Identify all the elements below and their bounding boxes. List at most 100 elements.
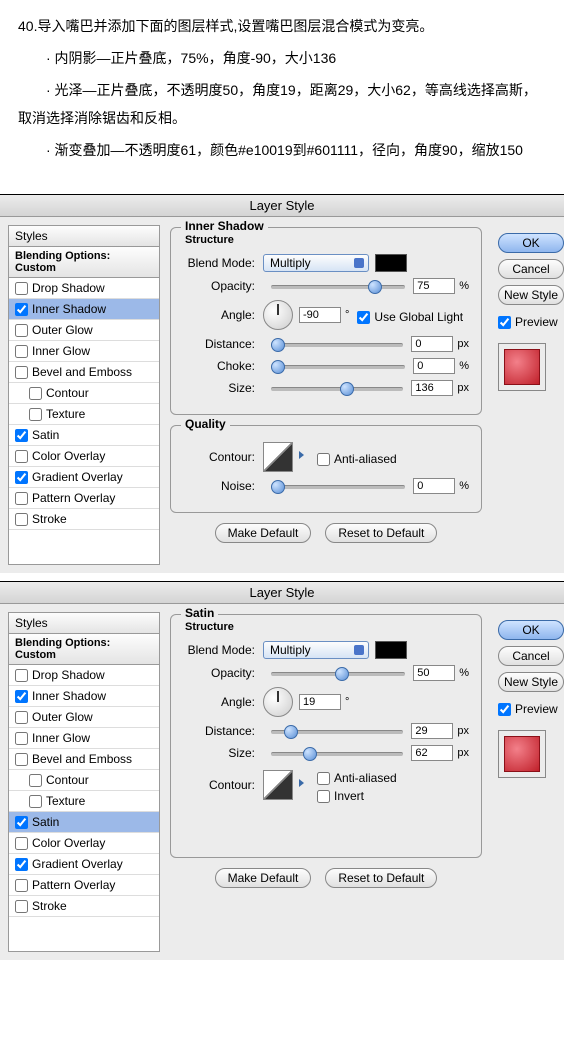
style-item-gradient-overlay[interactable]: Gradient Overlay (9, 854, 159, 875)
reset-default-button[interactable]: Reset to Default (325, 523, 437, 543)
style-checkbox[interactable] (15, 450, 28, 463)
style-checkbox[interactable] (15, 324, 28, 337)
style-item-outer-glow[interactable]: Outer Glow (9, 707, 159, 728)
choke-slider[interactable] (271, 359, 405, 373)
size-slider[interactable] (271, 381, 403, 395)
make-default-button[interactable]: Make Default (215, 868, 312, 888)
ok-button[interactable]: OK (498, 233, 564, 253)
style-item-texture[interactable]: Texture (9, 791, 159, 812)
style-item-satin[interactable]: Satin (9, 812, 159, 833)
style-checkbox[interactable] (15, 732, 28, 745)
blend-mode-label: Blend Mode: (183, 643, 255, 657)
style-checkbox[interactable] (15, 471, 28, 484)
noise-value[interactable]: 0 (413, 478, 455, 494)
blend-mode-label: Blend Mode: (183, 256, 255, 270)
style-item-drop-shadow[interactable]: Drop Shadow (9, 665, 159, 686)
angle-value[interactable]: -90 (299, 307, 341, 323)
style-label: Gradient Overlay (32, 470, 123, 484)
style-checkbox[interactable] (15, 837, 28, 850)
style-item-satin[interactable]: Satin (9, 425, 159, 446)
angle-dial[interactable] (263, 300, 293, 330)
distance-slider[interactable] (271, 724, 403, 738)
style-checkbox[interactable] (15, 429, 28, 442)
satin-legend: Satin (181, 606, 218, 620)
style-item-outer-glow[interactable]: Outer Glow (9, 320, 159, 341)
style-item-contour[interactable]: Contour (9, 383, 159, 404)
style-checkbox[interactable] (15, 858, 28, 871)
distance-value[interactable]: 0 (411, 336, 453, 352)
distance-value[interactable]: 29 (411, 723, 453, 739)
anti-aliased-check[interactable]: Anti-aliased (317, 771, 397, 785)
preview-check[interactable]: Preview (498, 315, 558, 329)
style-item-inner-glow[interactable]: Inner Glow (9, 728, 159, 749)
style-item-texture[interactable]: Texture (9, 404, 159, 425)
size-slider[interactable] (271, 746, 403, 760)
style-item-contour[interactable]: Contour (9, 770, 159, 791)
styles-header[interactable]: Styles (9, 226, 159, 247)
style-item-pattern-overlay[interactable]: Pattern Overlay (9, 875, 159, 896)
style-item-inner-shadow[interactable]: Inner Shadow (9, 299, 159, 320)
anti-aliased-check[interactable]: Anti-aliased (317, 452, 397, 466)
distance-slider[interactable] (271, 337, 403, 351)
style-checkbox[interactable] (15, 690, 28, 703)
distance-label: Distance: (183, 337, 255, 351)
style-checkbox[interactable] (15, 492, 28, 505)
style-item-bevel-and-emboss[interactable]: Bevel and Emboss (9, 362, 159, 383)
style-checkbox[interactable] (15, 879, 28, 892)
contour-picker[interactable] (263, 442, 293, 472)
style-checkbox[interactable] (29, 387, 42, 400)
style-item-inner-shadow[interactable]: Inner Shadow (9, 686, 159, 707)
reset-default-button[interactable]: Reset to Default (325, 868, 437, 888)
blend-mode-select[interactable]: Multiply (263, 254, 369, 272)
size-value[interactable]: 62 (411, 745, 453, 761)
opacity-slider[interactable] (271, 279, 405, 293)
style-checkbox[interactable] (15, 513, 28, 526)
style-checkbox[interactable] (15, 345, 28, 358)
style-checkbox[interactable] (15, 282, 28, 295)
style-item-pattern-overlay[interactable]: Pattern Overlay (9, 488, 159, 509)
blending-options[interactable]: Blending Options: Custom (9, 247, 159, 278)
make-default-button[interactable]: Make Default (215, 523, 312, 543)
style-checkbox[interactable] (15, 816, 28, 829)
angle-label: Angle: (183, 308, 255, 322)
color-swatch[interactable] (375, 254, 407, 272)
style-checkbox[interactable] (29, 795, 42, 808)
cancel-button[interactable]: Cancel (498, 646, 564, 666)
new-style-button[interactable]: New Style (498, 285, 564, 305)
style-item-drop-shadow[interactable]: Drop Shadow (9, 278, 159, 299)
ok-button[interactable]: OK (498, 620, 564, 640)
contour-picker[interactable] (263, 770, 293, 800)
blend-mode-select[interactable]: Multiply (263, 641, 369, 659)
color-swatch[interactable] (375, 641, 407, 659)
new-style-button[interactable]: New Style (498, 672, 564, 692)
style-checkbox[interactable] (15, 366, 28, 379)
cancel-button[interactable]: Cancel (498, 259, 564, 279)
opacity-value[interactable]: 50 (413, 665, 455, 681)
style-item-color-overlay[interactable]: Color Overlay (9, 446, 159, 467)
style-checkbox[interactable] (15, 900, 28, 913)
style-item-stroke[interactable]: Stroke (9, 509, 159, 530)
angle-value[interactable]: 19 (299, 694, 341, 710)
global-light-check[interactable]: Use Global Light (357, 310, 463, 324)
opacity-value[interactable]: 75 (413, 278, 455, 294)
styles-header[interactable]: Styles (9, 613, 159, 634)
choke-value[interactable]: 0 (413, 358, 455, 374)
noise-slider[interactable] (271, 479, 405, 493)
style-item-inner-glow[interactable]: Inner Glow (9, 341, 159, 362)
style-item-stroke[interactable]: Stroke (9, 896, 159, 917)
style-checkbox[interactable] (15, 753, 28, 766)
angle-dial[interactable] (263, 687, 293, 717)
size-value[interactable]: 136 (411, 380, 453, 396)
style-item-color-overlay[interactable]: Color Overlay (9, 833, 159, 854)
style-checkbox[interactable] (29, 408, 42, 421)
style-checkbox[interactable] (15, 669, 28, 682)
style-checkbox[interactable] (15, 711, 28, 724)
preview-check[interactable]: Preview (498, 702, 558, 716)
blending-options[interactable]: Blending Options: Custom (9, 634, 159, 665)
opacity-slider[interactable] (271, 666, 405, 680)
style-checkbox[interactable] (15, 303, 28, 316)
invert-check[interactable]: Invert (317, 789, 397, 803)
style-item-gradient-overlay[interactable]: Gradient Overlay (9, 467, 159, 488)
style-checkbox[interactable] (29, 774, 42, 787)
style-item-bevel-and-emboss[interactable]: Bevel and Emboss (9, 749, 159, 770)
